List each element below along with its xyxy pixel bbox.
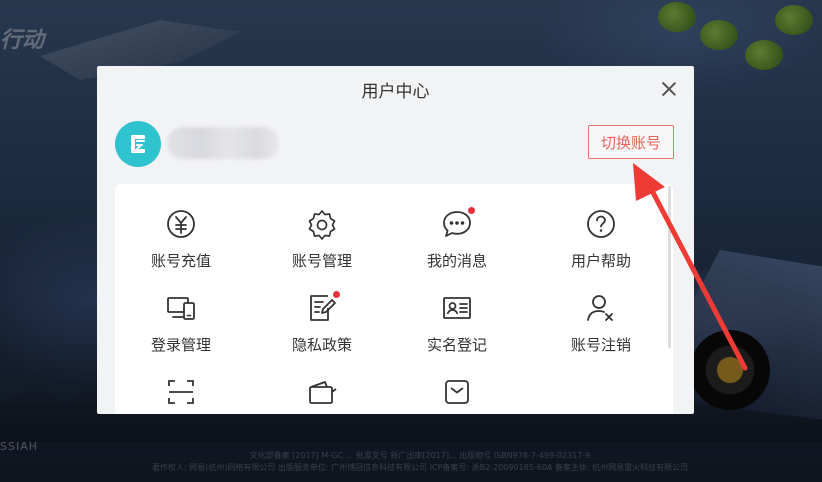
avatar (115, 121, 161, 167)
menu-item-inbox[interactable] (387, 374, 527, 414)
menu-scrollbar[interactable] (668, 186, 671, 348)
menu-item-recharge[interactable]: 账号充值 (115, 206, 251, 278)
menu-item-label: 用户帮助 (570, 252, 631, 270)
notification-dot (468, 207, 475, 214)
notification-dot (333, 291, 340, 298)
user-center-modal: 用户中心 切换账号 账号充值 账号管理 我的消息 用户帮助 登录管理 隐私政策 … (97, 66, 694, 414)
switch-account-button[interactable]: 切换账号 (588, 125, 674, 159)
menu-item-scan[interactable] (115, 374, 251, 414)
app-logo-icon (131, 135, 145, 153)
help-icon (583, 206, 619, 242)
menu-item-real-name-registration[interactable]: 实名登记 (387, 290, 527, 362)
menu-item-label: 实名登记 (426, 336, 487, 354)
message-icon (439, 206, 475, 242)
wallet-icon (304, 374, 340, 410)
devices-icon (163, 290, 199, 326)
menu-item-help[interactable]: 用户帮助 (531, 206, 671, 278)
menu-item-label: 我的消息 (426, 252, 487, 270)
menu-item-login-management[interactable]: 登录管理 (115, 290, 251, 362)
inbox-icon (439, 374, 475, 410)
menu-item-label: 账号管理 (291, 252, 352, 270)
menu-item-wallet[interactable] (252, 374, 392, 414)
menu-item-label: 账号注销 (570, 336, 631, 354)
menu-item-account-management[interactable]: 账号管理 (252, 206, 392, 278)
gear-icon (304, 206, 340, 242)
menu-item-label: 登录管理 (150, 336, 211, 354)
menu-item-label: 账号充值 (150, 252, 211, 270)
menu-item-account-deletion[interactable]: 账号注销 (531, 290, 671, 362)
modal-title: 用户中心 (361, 82, 430, 102)
menu-item-privacy-policy[interactable]: 隐私政策 (252, 290, 392, 362)
user-remove-icon (583, 290, 619, 326)
menu-item-label: 隐私政策 (291, 336, 352, 354)
close-icon[interactable] (660, 80, 678, 98)
menu-item-messages[interactable]: 我的消息 (387, 206, 527, 278)
id-card-icon (439, 290, 475, 326)
username-blurred (167, 127, 279, 159)
scan-icon (163, 374, 199, 410)
menu-grid: 账号充值 账号管理 我的消息 用户帮助 登录管理 隐私政策 实名登记 账号注销 (115, 184, 673, 414)
privacy-document-icon (304, 290, 340, 326)
yuan-icon (163, 206, 199, 242)
